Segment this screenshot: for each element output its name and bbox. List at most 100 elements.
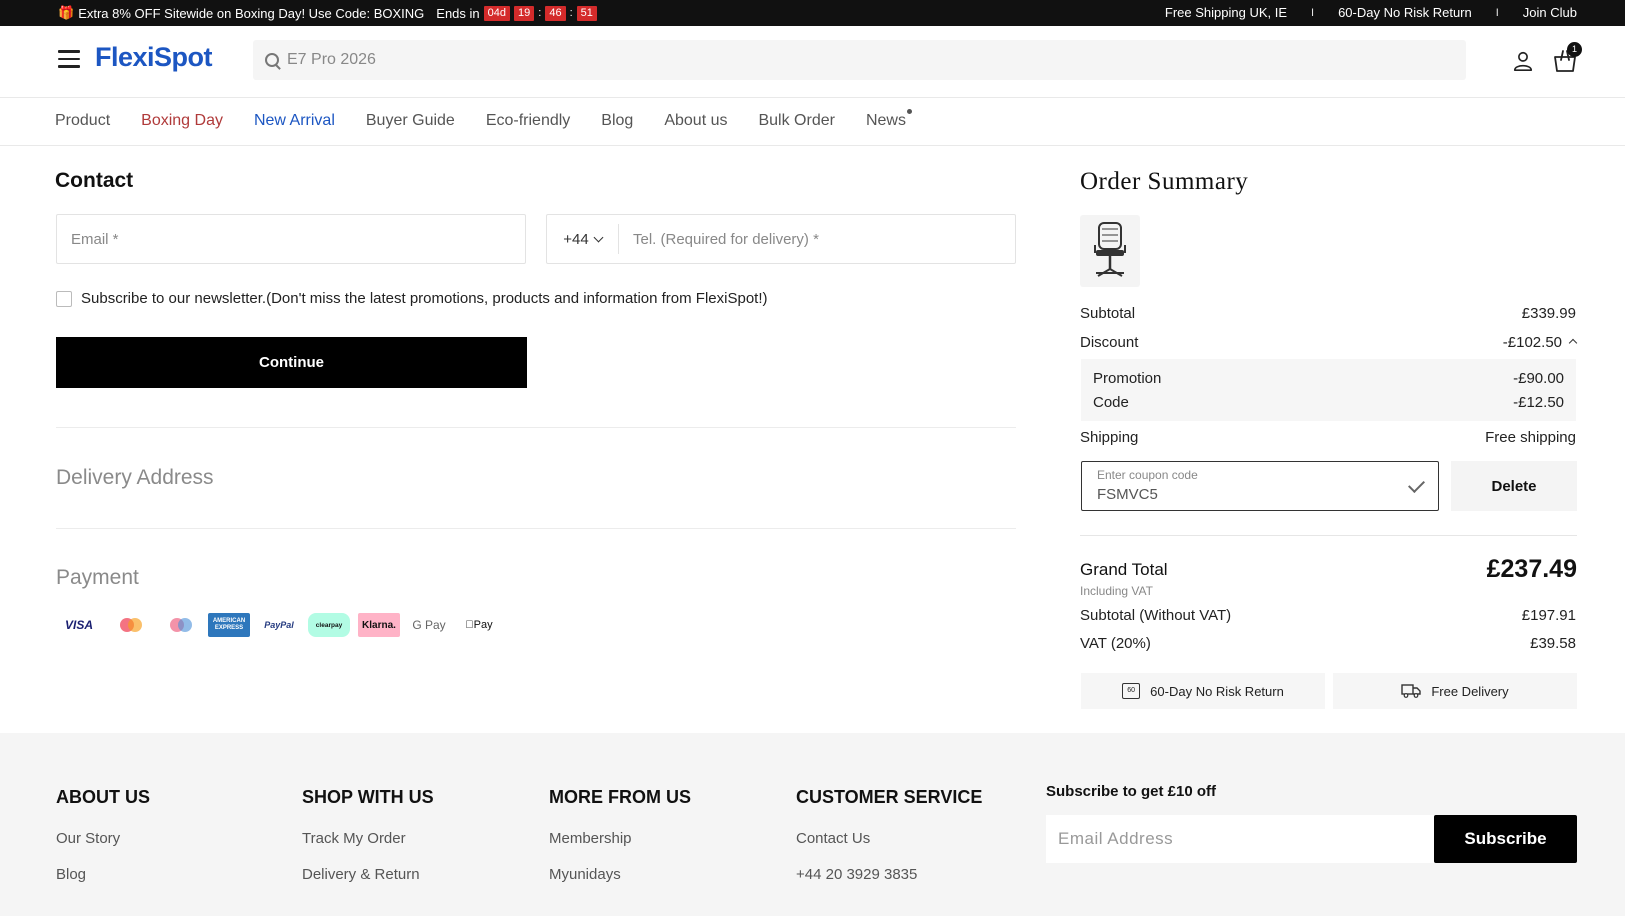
code-value: -£12.50	[1513, 394, 1564, 411]
perk-return-label: 60-Day No Risk Return	[1150, 683, 1284, 699]
discount-row[interactable]: Discount -£102.50	[1080, 334, 1578, 351]
nav-bulk-order[interactable]: Bulk Order	[758, 112, 834, 130]
vat-label: VAT (20%)	[1080, 635, 1151, 652]
calendar-icon: 60	[1122, 683, 1141, 699]
perks-row: 60 60-Day No Risk Return Free Delivery	[1081, 673, 1577, 709]
subtotal-without-vat-value: £197.91	[1521, 607, 1576, 624]
footer-link-track-order[interactable]: Track My Order	[302, 830, 434, 847]
subtotal-label: Subtotal	[1080, 305, 1136, 322]
continue-button[interactable]: Continue	[56, 337, 527, 388]
shipping-value: Free shipping	[1485, 429, 1576, 446]
promotion-label: Promotion	[1093, 370, 1162, 387]
promo-message: 🎁 Extra 8% OFF Sitewide on Boxing Day! U…	[58, 5, 597, 21]
discount-label: Discount	[1080, 334, 1139, 351]
truck-icon	[1401, 684, 1422, 698]
cart-count-badge: 1	[1567, 42, 1582, 57]
footer-link-our-story[interactable]: Our Story	[56, 830, 150, 847]
vat-value: £39.58	[1530, 635, 1576, 652]
clearpay-icon: clearpay	[308, 613, 350, 637]
country-code-value: +44	[563, 230, 589, 248]
section-divider	[56, 427, 1016, 428]
join-club-link[interactable]: Join Club	[1523, 5, 1577, 20]
nav-new-arrival[interactable]: New Arrival	[254, 112, 335, 130]
cart-button[interactable]: 1	[1552, 42, 1582, 74]
pipe-separator: I	[1311, 6, 1315, 19]
footer-col-about: ABOUT US Our Story Blog	[56, 787, 150, 902]
footer-heading: CUSTOMER SERVICE	[796, 787, 983, 807]
apple-pay-icon: Pay	[458, 613, 500, 637]
nav-news[interactable]: News	[866, 109, 912, 130]
product-thumbnail[interactable]	[1080, 215, 1140, 287]
perk-delivery-label: Free Delivery	[1431, 683, 1509, 699]
coupon-field-wrapper: Enter coupon code	[1081, 461, 1439, 511]
footer-link-blog[interactable]: Blog	[56, 866, 150, 883]
summary-divider	[1080, 535, 1577, 536]
newsletter-option: Subscribe to our newsletter.(Don't miss …	[56, 290, 768, 307]
chevron-up-icon	[1568, 338, 1578, 348]
nav-blog[interactable]: Blog	[601, 112, 633, 130]
nav-product[interactable]: Product	[55, 112, 110, 130]
footer-col-shop: SHOP WITH US Track My Order Delivery & R…	[302, 787, 434, 902]
site-footer: ABOUT US Our Story Blog SHOP WITH US Tra…	[0, 733, 1625, 916]
footer-link-phone[interactable]: +44 20 3929 3835	[796, 866, 982, 883]
newsletter-label: Subscribe to our newsletter.(Don't miss …	[81, 290, 768, 307]
perk-return: 60 60-Day No Risk Return	[1081, 673, 1325, 709]
delivery-address-title[interactable]: Delivery Address	[56, 466, 214, 490]
search-input[interactable]	[287, 51, 1387, 69]
site-logo[interactable]: FlexiSpot	[95, 42, 213, 73]
email-field-wrapper	[56, 214, 526, 264]
site-header: FlexiSpot 1	[0, 26, 1625, 98]
footer-col-service: CUSTOMER SERVICE Contact Us +44 20 3929 …	[796, 787, 982, 902]
chevron-down-icon	[593, 232, 604, 242]
payment-title[interactable]: Payment	[56, 566, 139, 590]
free-shipping-link[interactable]: Free Shipping UK, IE	[1165, 5, 1287, 20]
no-risk-return-link[interactable]: 60-Day No Risk Return	[1338, 5, 1472, 20]
tel-field[interactable]	[619, 215, 1015, 263]
timer-hours: 19	[514, 5, 535, 21]
shipping-row: Shipping Free shipping	[1080, 429, 1576, 446]
nav-eco-friendly[interactable]: Eco-friendly	[486, 112, 570, 130]
promo-text: Extra 8% OFF Sitewide on Boxing Day! Use…	[78, 5, 425, 21]
countdown-timer: Ends in 04d 19 : 46 : 51	[436, 5, 597, 21]
delete-coupon-button[interactable]: Delete	[1451, 461, 1577, 511]
email-field[interactable]	[57, 215, 525, 263]
footer-link-delivery-return[interactable]: Delivery & Return	[302, 866, 434, 883]
discount-value: -£102.50	[1502, 334, 1562, 351]
grand-total-label: Grand Total	[1080, 560, 1168, 579]
promotion-value: -£90.00	[1513, 370, 1564, 387]
user-icon[interactable]	[1512, 50, 1534, 72]
country-code-select[interactable]: +44	[547, 224, 619, 254]
coupon-input[interactable]	[1097, 486, 1397, 503]
timer-seconds: 51	[576, 5, 597, 21]
nav-buyer-guide[interactable]: Buyer Guide	[366, 112, 455, 130]
footer-link-membership[interactable]: Membership	[549, 830, 691, 847]
footer-heading: SHOP WITH US	[302, 787, 434, 807]
timer-separator: :	[538, 7, 542, 19]
subtotal-without-vat-label: Subtotal (Without VAT)	[1080, 607, 1232, 624]
discount-breakdown: Promotion -£90.00 Code -£12.50	[1081, 359, 1576, 421]
subtotal-row: Subtotal £339.99	[1080, 305, 1576, 322]
section-divider	[56, 528, 1016, 529]
newsletter-checkbox[interactable]	[56, 290, 72, 307]
ends-label: Ends in	[436, 5, 480, 21]
timer-minutes: 46	[545, 5, 566, 21]
apple-icon: 	[465, 619, 473, 631]
nav-about-us[interactable]: About us	[664, 112, 727, 130]
footer-heading: MORE FROM US	[549, 787, 691, 807]
discount-toggle[interactable]: -£102.50	[1502, 334, 1578, 351]
subscribe-email-input[interactable]	[1046, 815, 1434, 863]
klarna-icon: Klarna.	[358, 613, 400, 637]
footer-col-more: MORE FROM US Membership Myunidays	[549, 787, 691, 902]
nav-boxing-day[interactable]: Boxing Day	[141, 112, 223, 130]
search-bar[interactable]	[253, 40, 1466, 80]
including-vat-note: Including VAT	[1080, 584, 1153, 598]
footer-link-myunidays[interactable]: Myunidays	[549, 866, 691, 883]
shipping-label: Shipping	[1080, 429, 1139, 446]
promo-bar: 🎁 Extra 8% OFF Sitewide on Boxing Day! U…	[0, 0, 1625, 26]
footer-link-contact-us[interactable]: Contact Us	[796, 830, 982, 847]
apple-pay-label: Pay	[469, 619, 493, 631]
menu-icon[interactable]	[58, 50, 80, 68]
main-nav: Product Boxing Day New Arrival Buyer Gui…	[0, 98, 1625, 146]
subscribe-button[interactable]: Subscribe	[1434, 815, 1577, 863]
maestro-icon	[158, 613, 200, 637]
